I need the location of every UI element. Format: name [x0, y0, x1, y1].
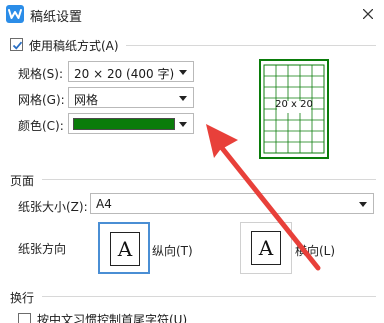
portrait-glyph: A	[117, 237, 133, 261]
dialog-title: 稿纸设置	[30, 10, 83, 25]
wrap-option-label[interactable]: 按中文习惯控制首尾字符(U)	[37, 311, 187, 323]
chevron-down-icon	[179, 96, 187, 101]
close-icon	[363, 9, 373, 19]
wrap-option-checkbox[interactable]	[18, 313, 31, 323]
paper-size-label: 纸张大小(Z):	[18, 200, 88, 214]
wps-writer-icon	[6, 5, 24, 23]
paper-size-value: A4	[96, 197, 112, 211]
grid-select[interactable]: 网格	[68, 87, 194, 108]
paper-preview: 20 x 20	[259, 59, 329, 159]
chevron-down-icon	[179, 122, 187, 127]
color-swatch	[73, 118, 175, 130]
spec-label: 规格(S):	[18, 67, 64, 81]
chevron-down-icon	[359, 202, 367, 207]
grid-label: 网格(G):	[18, 93, 65, 107]
spec-value: 20 × 20 (400 字)	[74, 67, 175, 81]
landscape-page-icon: A	[251, 231, 281, 265]
portrait-option[interactable]: A	[98, 222, 150, 274]
paper-size-select[interactable]: A4	[90, 193, 374, 214]
landscape-label[interactable]: 横向(L)	[295, 242, 335, 259]
divider	[126, 45, 376, 46]
landscape-option[interactable]: A	[240, 222, 292, 274]
spec-select[interactable]: 20 × 20 (400 字)	[68, 61, 194, 82]
divider	[42, 296, 376, 297]
page-section-title: 页面	[10, 174, 35, 188]
chevron-down-icon	[179, 70, 187, 75]
wrap-section-title: 换行	[10, 291, 35, 305]
portrait-page-icon: A	[110, 232, 140, 266]
grid-value: 网格	[74, 93, 99, 107]
preview-label: 20 x 20	[275, 99, 313, 110]
use-paper-label[interactable]: 使用稿纸方式(A)	[29, 37, 119, 54]
orientation-label: 纸张方向	[18, 242, 67, 256]
portrait-label[interactable]: 纵向(T)	[152, 242, 193, 259]
title-bar: 稿纸设置	[0, 0, 384, 28]
use-paper-checkbox[interactable]	[10, 38, 23, 51]
color-label: 颜色(C):	[18, 119, 64, 133]
check-icon	[12, 41, 23, 50]
close-button[interactable]	[350, 0, 384, 28]
landscape-glyph: A	[258, 236, 274, 260]
divider	[42, 179, 376, 180]
color-select[interactable]	[68, 113, 194, 134]
